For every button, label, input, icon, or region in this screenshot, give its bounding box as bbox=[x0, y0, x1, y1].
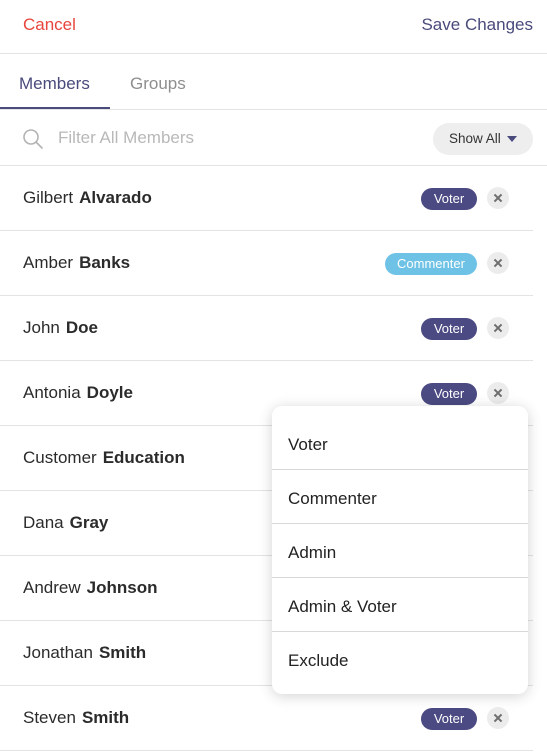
role-option-commenter[interactable]: Commenter bbox=[272, 470, 528, 524]
search-icon bbox=[22, 128, 44, 150]
member-last-name: Gray bbox=[69, 513, 109, 532]
member-first-name: Gilbert bbox=[23, 188, 74, 207]
close-icon[interactable] bbox=[487, 187, 509, 209]
member-name: Customer Education bbox=[23, 448, 185, 468]
role-badge[interactable]: Voter bbox=[421, 708, 477, 730]
member-first-name: Dana bbox=[23, 513, 64, 532]
member-name: Antonia Doyle bbox=[23, 383, 133, 403]
close-icon[interactable] bbox=[487, 707, 509, 729]
role-badge[interactable]: Voter bbox=[421, 188, 477, 210]
member-first-name: Jonathan bbox=[23, 643, 93, 662]
member-row: Amber Banks Commenter bbox=[0, 231, 533, 296]
member-name: John Doe bbox=[23, 318, 98, 338]
role-badge[interactable]: Commenter bbox=[385, 253, 477, 275]
caret-down-icon bbox=[507, 136, 517, 142]
role-option-label: Voter bbox=[288, 435, 328, 454]
member-first-name: Steven bbox=[23, 708, 76, 727]
member-name: Amber Banks bbox=[23, 253, 130, 273]
role-badge[interactable]: Voter bbox=[421, 383, 477, 405]
member-last-name: Smith bbox=[81, 708, 130, 727]
member-row: John Doe Voter bbox=[0, 296, 533, 361]
role-option-admin-voter[interactable]: Admin & Voter bbox=[272, 578, 528, 632]
member-row: Steven Smith Voter bbox=[0, 686, 533, 751]
role-option-label: Commenter bbox=[288, 489, 377, 508]
role-option-admin[interactable]: Admin bbox=[272, 524, 528, 578]
member-first-name: Antonia bbox=[23, 383, 81, 402]
close-icon[interactable] bbox=[487, 382, 509, 404]
show-all-label: Show All bbox=[449, 131, 501, 146]
member-row: Gilbert Alvarado Voter bbox=[0, 166, 533, 231]
member-last-name: Doyle bbox=[86, 383, 133, 402]
close-icon[interactable] bbox=[487, 252, 509, 274]
member-first-name: John bbox=[23, 318, 60, 337]
active-tab-indicator bbox=[0, 107, 110, 109]
member-last-name: Smith bbox=[98, 643, 147, 662]
show-all-dropdown[interactable]: Show All bbox=[433, 123, 533, 155]
save-changes-button[interactable]: Save Changes bbox=[421, 15, 533, 35]
role-option-label: Admin bbox=[288, 543, 337, 562]
close-icon[interactable] bbox=[487, 317, 509, 339]
member-first-name: Andrew bbox=[23, 578, 81, 597]
role-option-label: Admin & Voter bbox=[288, 597, 397, 616]
cancel-button[interactable]: Cancel bbox=[23, 15, 76, 35]
member-first-name: Customer bbox=[23, 448, 97, 467]
role-option-label: Exclude bbox=[288, 651, 349, 670]
member-last-name: Doe bbox=[65, 318, 98, 337]
tab-bar: Members Groups bbox=[0, 54, 547, 110]
filter-members-input[interactable] bbox=[58, 124, 358, 152]
member-first-name: Amber bbox=[23, 253, 74, 272]
role-option-voter[interactable]: Voter bbox=[272, 416, 528, 470]
member-last-name: Education bbox=[102, 448, 185, 467]
tab-groups[interactable]: Groups bbox=[130, 74, 186, 94]
role-option-exclude[interactable]: Exclude bbox=[272, 632, 528, 686]
member-name: Dana Gray bbox=[23, 513, 108, 533]
member-name: Andrew Johnson bbox=[23, 578, 157, 598]
member-name: Gilbert Alvarado bbox=[23, 188, 152, 208]
member-name: Steven Smith bbox=[23, 708, 129, 728]
member-last-name: Johnson bbox=[86, 578, 158, 597]
role-badge[interactable]: Voter bbox=[421, 318, 477, 340]
top-bar: Cancel Save Changes bbox=[0, 0, 547, 54]
role-dropdown-menu: Voter Commenter Admin Admin & Voter Excl… bbox=[272, 406, 528, 694]
member-last-name: Alvarado bbox=[79, 188, 152, 207]
member-last-name: Banks bbox=[79, 253, 131, 272]
member-name: Jonathan Smith bbox=[23, 643, 146, 663]
tab-members[interactable]: Members bbox=[19, 74, 90, 94]
filter-bar: Show All bbox=[0, 110, 547, 166]
